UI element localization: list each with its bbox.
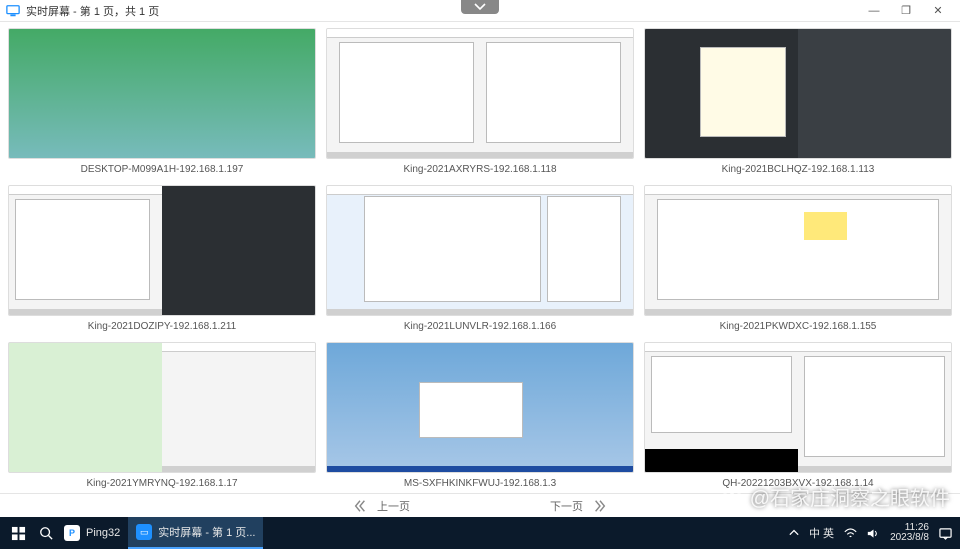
system-tray: 中 英 11:26 2023/8/8 bbox=[781, 523, 960, 544]
screen-tile[interactable]: King-2021BCLHQZ-192.168.1.113 bbox=[644, 28, 952, 179]
screen-label: King-2021PKWDXC-192.168.1.155 bbox=[644, 316, 952, 336]
screen-thumbnail bbox=[644, 185, 952, 316]
screen-thumbnail bbox=[326, 342, 634, 473]
monitor-icon bbox=[6, 4, 20, 18]
close-icon: ✕ bbox=[933, 4, 942, 17]
maximize-icon: ❐ bbox=[901, 4, 911, 17]
taskbar-search[interactable] bbox=[36, 517, 56, 549]
screen-label: King-2021LUNVLR-192.168.1.166 bbox=[326, 316, 634, 336]
start-button[interactable] bbox=[0, 517, 36, 549]
pager-prev[interactable]: 上一页 bbox=[353, 498, 410, 514]
windows-icon bbox=[11, 526, 26, 541]
screen-thumbnail bbox=[8, 28, 316, 159]
taskbar-app-realtime-screen[interactable]: ▭ 实时屏幕 - 第 1 页... bbox=[128, 517, 263, 549]
screens-grid: DESKTOP-M099A1H-192.168.1.197 King-2021A… bbox=[0, 22, 960, 493]
screen-tile[interactable]: King-2021DOZIPY-192.168.1.211 bbox=[8, 185, 316, 336]
ime-indicator[interactable]: 中 英 bbox=[809, 525, 834, 541]
screen-thumbnail bbox=[8, 342, 316, 473]
chevron-down-icon bbox=[474, 3, 486, 11]
search-icon bbox=[39, 526, 53, 540]
collapse-handle[interactable] bbox=[461, 0, 499, 14]
pager-bar: 上一页 下一页 bbox=[0, 493, 960, 517]
chevron-double-right-icon bbox=[593, 499, 607, 513]
screen-tile[interactable]: DESKTOP-M099A1H-192.168.1.197 bbox=[8, 28, 316, 179]
notifications-icon[interactable] bbox=[939, 527, 952, 540]
screen-tile[interactable]: King-2021YMRYNQ-192.168.1.17 bbox=[8, 342, 316, 493]
window-title: 实时屏幕 - 第 1 页，共 1 页 bbox=[26, 3, 159, 19]
taskbar-clock[interactable]: 11:26 2023/8/8 bbox=[890, 523, 929, 544]
screen-label: MS-SXFHKINKFWUJ-192.168.1.3 bbox=[326, 473, 634, 493]
pager-prev-label: 上一页 bbox=[377, 498, 410, 514]
screen-thumbnail bbox=[326, 185, 634, 316]
maximize-button[interactable]: ❐ bbox=[890, 0, 922, 22]
pager-next[interactable]: 下一页 bbox=[550, 498, 607, 514]
screen-tile[interactable]: King-2021AXRYRS-192.168.1.118 bbox=[326, 28, 634, 179]
minimize-icon: — bbox=[869, 5, 880, 17]
app-icon: P bbox=[64, 525, 80, 541]
screen-label: King-2021YMRYNQ-192.168.1.17 bbox=[8, 473, 316, 493]
screens-grid-container: DESKTOP-M099A1H-192.168.1.197 King-2021A… bbox=[0, 22, 960, 493]
screen-thumbnail bbox=[8, 185, 316, 316]
screen-label: DESKTOP-M099A1H-192.168.1.197 bbox=[8, 159, 316, 179]
screen-label: King-2021AXRYRS-192.168.1.118 bbox=[326, 159, 634, 179]
close-button[interactable]: ✕ bbox=[922, 0, 954, 22]
chevron-double-left-icon bbox=[353, 499, 367, 513]
app-icon: ▭ bbox=[136, 524, 152, 540]
screen-tile[interactable]: King-2021PKWDXC-192.168.1.155 bbox=[644, 185, 952, 336]
screen-thumbnail bbox=[644, 342, 952, 473]
window-titlebar: 实时屏幕 - 第 1 页，共 1 页 — ❐ ✕ bbox=[0, 0, 960, 22]
tray-chevron-up-icon[interactable] bbox=[789, 528, 799, 538]
clock-date: 2023/8/8 bbox=[890, 533, 929, 544]
screen-label: QH-20221203BXVX-192.168.1.14 bbox=[644, 473, 952, 493]
wifi-icon[interactable] bbox=[844, 527, 857, 540]
taskbar-app-label: Ping32 bbox=[86, 527, 120, 539]
windows-taskbar: P Ping32 ▭ 实时屏幕 - 第 1 页... 中 英 11:26 202… bbox=[0, 517, 960, 549]
minimize-button[interactable]: — bbox=[858, 0, 890, 22]
taskbar-app-label: 实时屏幕 - 第 1 页... bbox=[158, 524, 255, 540]
screen-thumbnail bbox=[644, 28, 952, 159]
screen-thumbnail bbox=[326, 28, 634, 159]
screen-tile[interactable]: MS-SXFHKINKFWUJ-192.168.1.3 bbox=[326, 342, 634, 493]
volume-icon[interactable] bbox=[867, 528, 880, 539]
pager-next-label: 下一页 bbox=[550, 498, 583, 514]
screen-label: King-2021DOZIPY-192.168.1.211 bbox=[8, 316, 316, 336]
window-buttons: — ❐ ✕ bbox=[858, 0, 954, 22]
screen-tile[interactable]: QH-20221203BXVX-192.168.1.14 bbox=[644, 342, 952, 493]
screen-label: King-2021BCLHQZ-192.168.1.113 bbox=[644, 159, 952, 179]
taskbar-app-ping32[interactable]: P Ping32 bbox=[56, 517, 128, 549]
screen-tile[interactable]: King-2021LUNVLR-192.168.1.166 bbox=[326, 185, 634, 336]
